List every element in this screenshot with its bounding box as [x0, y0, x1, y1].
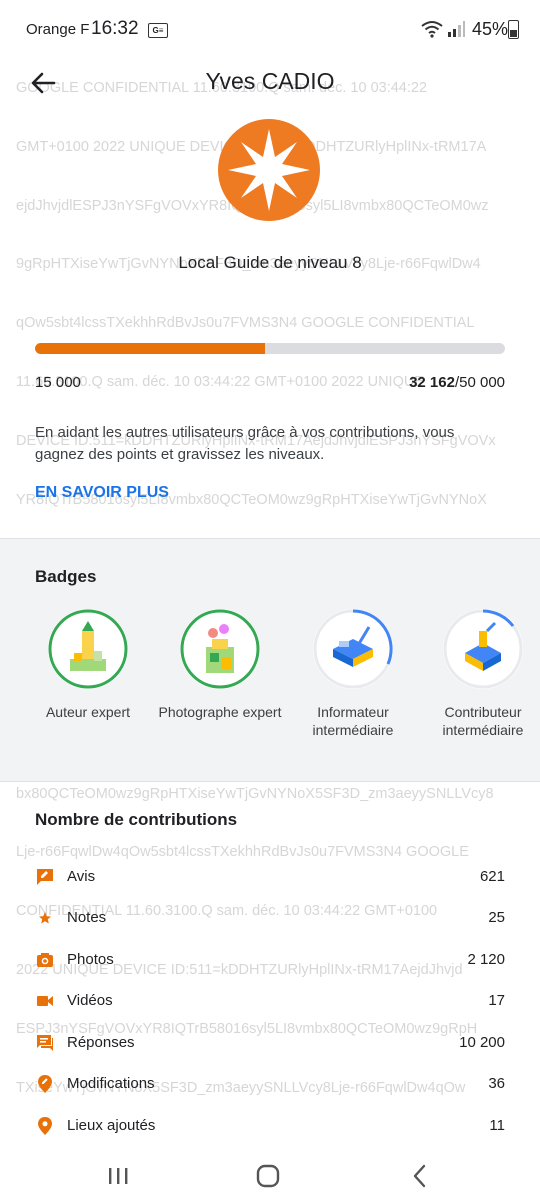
video-icon: [37, 996, 53, 1006]
progress-min-label: 15 000: [35, 374, 81, 391]
contribution-count: 621: [479, 868, 505, 885]
contribution-row-modifications[interactable]: Modifications 36: [0, 1072, 540, 1112]
contribution-label: Photos: [67, 951, 114, 968]
contribution-label: Notes: [67, 909, 107, 926]
level-label: Local Guide de niveau 8: [178, 253, 362, 272]
contribution-row-notes[interactable]: Notes 25: [0, 906, 540, 946]
contribution-count: 36: [488, 1075, 505, 1092]
pencil-badge-icon: [48, 609, 128, 689]
level-progress-fill: [35, 343, 266, 354]
contribution-label: Avis: [67, 868, 96, 885]
level-description: En aidant les autres utilisateurs grâce …: [35, 424, 455, 463]
sim-icon: G≡: [148, 23, 168, 38]
camera-icon: [37, 953, 53, 967]
place-icon: [38, 1117, 52, 1135]
contribution-row-avis[interactable]: Avis 621: [0, 865, 540, 905]
contributor-badge-icon: [443, 609, 523, 689]
contribution-label: Vidéos: [67, 992, 113, 1009]
badge-label: Contributeur intermédiaire: [442, 704, 524, 738]
badge-label: Photographe expert: [158, 704, 282, 720]
contribution-label: Réponses: [67, 1034, 135, 1051]
contribution-row-videos[interactable]: Vidéos 17: [0, 989, 540, 1029]
status-bar: Orange F 16:32 G≡ 45%: [0, 0, 540, 58]
contribution-row-lieux-ajoutes[interactable]: Lieux ajoutés 11: [0, 1114, 540, 1154]
badges-title: Badges: [35, 567, 97, 586]
home-icon[interactable]: [250, 1158, 286, 1194]
battery-icon: [508, 20, 519, 39]
contribution-row-photos[interactable]: Photos 2 120: [0, 948, 540, 988]
wifi-icon: [421, 21, 443, 38]
system-nav-bar: [0, 1150, 540, 1200]
contribution-label: Modifications: [67, 1075, 155, 1092]
badge-informateur-intermediaire[interactable]: Informateur intermédiaire: [283, 609, 423, 739]
contribution-count: 17: [488, 992, 505, 1009]
progress-points: 32 162/50 000: [409, 374, 505, 391]
watermark-line: bx80QCTeOM0wz9gRpHTXiseYwTjGvNYNoX5SF3D_…: [16, 785, 494, 802]
learn-more-link[interactable]: EN SAVOIR PLUS: [35, 484, 169, 502]
watermark-line: qOw5sbt4lcssTXekhhRdBvJs0u7FVMS3N4 GOOGL…: [16, 315, 475, 332]
contribution-count: 11: [489, 1117, 505, 1134]
star-icon: [39, 912, 51, 924]
review-icon: [37, 869, 53, 885]
badge-ring: [313, 609, 393, 689]
carrier-label: Orange F: [26, 21, 90, 38]
badges-section: Badges Auteur expert Photographe expert …: [0, 538, 540, 782]
camera-badge-icon: [180, 609, 260, 689]
badge-label: Informateur intermédiaire: [312, 704, 394, 738]
badge-auteur-expert[interactable]: Auteur expert: [18, 609, 158, 721]
badge-photographe-expert[interactable]: Photographe expert: [150, 609, 290, 721]
answer-icon: [37, 1035, 53, 1051]
max-points: /50 000: [454, 374, 505, 391]
contribution-count: 25: [488, 909, 505, 926]
local-guide-avatar[interactable]: [218, 119, 320, 221]
level-progress-bar: [35, 343, 505, 354]
badge-ring: [180, 609, 260, 689]
badge-ring: [48, 609, 128, 689]
badge-label: Auteur expert: [45, 704, 131, 720]
battery-percent: 45%: [472, 19, 509, 39]
badge-ring: [443, 609, 523, 689]
watermark-line: Lje-r66FqwlDw4qOw5sbt4lcssTXekhhRdBvJs0u…: [16, 844, 469, 861]
current-points: 32 162: [409, 374, 455, 391]
signal-icon: [448, 21, 465, 37]
app-bar: Yves CADIO: [0, 58, 540, 118]
contributions-title: Nombre de contributions: [35, 810, 238, 829]
contribution-count: 2 120: [467, 951, 505, 968]
info-badge-icon: [313, 609, 393, 689]
contribution-label: Lieux ajoutés: [67, 1117, 156, 1134]
contribution-count: 10 200: [459, 1034, 505, 1051]
recent-apps-icon[interactable]: [100, 1158, 136, 1194]
page-title: Yves CADIO: [205, 68, 335, 94]
edit-pin-icon: [38, 1075, 52, 1093]
badge-contributeur-intermediaire[interactable]: Contributeur intermédiaire: [413, 609, 540, 739]
back-nav-icon[interactable]: [402, 1158, 438, 1194]
clock: 16:32: [91, 18, 139, 39]
contribution-row-reponses[interactable]: Réponses 10 200: [0, 1031, 540, 1071]
